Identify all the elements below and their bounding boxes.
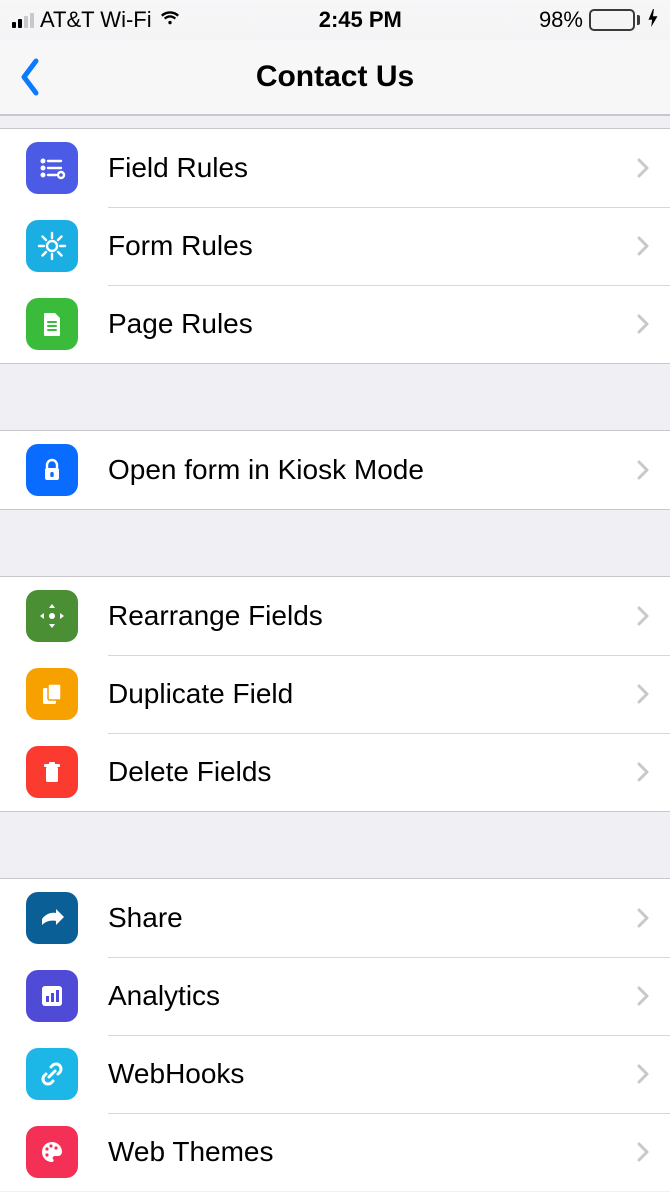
row-web-themes[interactable]: Web Themes xyxy=(0,1113,670,1191)
row-form-rules[interactable]: Form Rules xyxy=(0,207,670,285)
gear-icon xyxy=(26,220,78,272)
row-label: WebHooks xyxy=(108,1058,632,1090)
section-gap xyxy=(0,364,670,430)
row-label: Open form in Kiosk Mode xyxy=(108,454,632,486)
battery-icon xyxy=(589,9,640,31)
chevron-right-icon xyxy=(632,157,654,179)
section-rules: Field Rules Form Rules Page Rules xyxy=(0,128,670,364)
lock-icon xyxy=(26,444,78,496)
carrier-label: AT&T Wi-Fi xyxy=(40,7,152,33)
cell-signal-icon xyxy=(12,12,34,28)
nav-bar: Contact Us xyxy=(0,40,670,115)
row-label: Delete Fields xyxy=(108,756,632,788)
row-delete-fields[interactable]: Delete Fields xyxy=(0,733,670,811)
section-more: Share Analytics WebHooks xyxy=(0,878,670,1191)
wifi-icon xyxy=(158,8,182,32)
row-label: Analytics xyxy=(108,980,632,1012)
chevron-right-icon xyxy=(632,683,654,705)
row-share[interactable]: Share xyxy=(0,879,670,957)
row-label: Form Rules xyxy=(108,230,632,262)
row-rearrange-fields[interactable]: Rearrange Fields xyxy=(0,577,670,655)
move-icon xyxy=(26,590,78,642)
row-kiosk-mode[interactable]: Open form in Kiosk Mode xyxy=(0,431,670,509)
section-gap xyxy=(0,116,670,128)
chevron-right-icon xyxy=(632,985,654,1007)
duplicate-icon xyxy=(26,668,78,720)
row-label: Rearrange Fields xyxy=(108,600,632,632)
palette-icon xyxy=(26,1126,78,1178)
row-label: Field Rules xyxy=(108,152,632,184)
chevron-right-icon xyxy=(632,1063,654,1085)
battery-percent: 98% xyxy=(539,7,583,33)
chevron-right-icon xyxy=(632,235,654,257)
status-left: AT&T Wi-Fi xyxy=(12,7,182,33)
status-right: 98% xyxy=(539,7,658,33)
chevron-right-icon xyxy=(632,907,654,929)
chevron-right-icon xyxy=(632,761,654,783)
trash-icon xyxy=(26,746,78,798)
chevron-right-icon xyxy=(632,605,654,627)
page-title: Contact Us xyxy=(0,60,670,94)
section-gap xyxy=(0,510,670,576)
row-label: Share xyxy=(108,902,632,934)
row-webhooks[interactable]: WebHooks xyxy=(0,1035,670,1113)
share-icon xyxy=(26,892,78,944)
section-gap xyxy=(0,812,670,878)
section-kiosk: Open form in Kiosk Mode xyxy=(0,430,670,510)
back-button[interactable] xyxy=(0,40,60,114)
row-page-rules[interactable]: Page Rules xyxy=(0,285,670,363)
chevron-left-icon xyxy=(18,57,42,97)
chevron-right-icon xyxy=(632,459,654,481)
chart-icon xyxy=(26,970,78,1022)
chevron-right-icon xyxy=(632,1141,654,1163)
charging-icon xyxy=(648,9,658,32)
link-icon xyxy=(26,1048,78,1100)
row-label: Duplicate Field xyxy=(108,678,632,710)
section-fields: Rearrange Fields Duplicate Field Delete … xyxy=(0,576,670,812)
row-label: Page Rules xyxy=(108,308,632,340)
status-bar: AT&T Wi-Fi 2:45 PM 98% xyxy=(0,0,670,40)
list-settings-icon xyxy=(26,142,78,194)
chevron-right-icon xyxy=(632,313,654,335)
clock: 2:45 PM xyxy=(319,7,402,33)
document-icon xyxy=(26,298,78,350)
row-duplicate-field[interactable]: Duplicate Field xyxy=(0,655,670,733)
row-field-rules[interactable]: Field Rules xyxy=(0,129,670,207)
row-label: Web Themes xyxy=(108,1136,632,1168)
row-analytics[interactable]: Analytics xyxy=(0,957,670,1035)
